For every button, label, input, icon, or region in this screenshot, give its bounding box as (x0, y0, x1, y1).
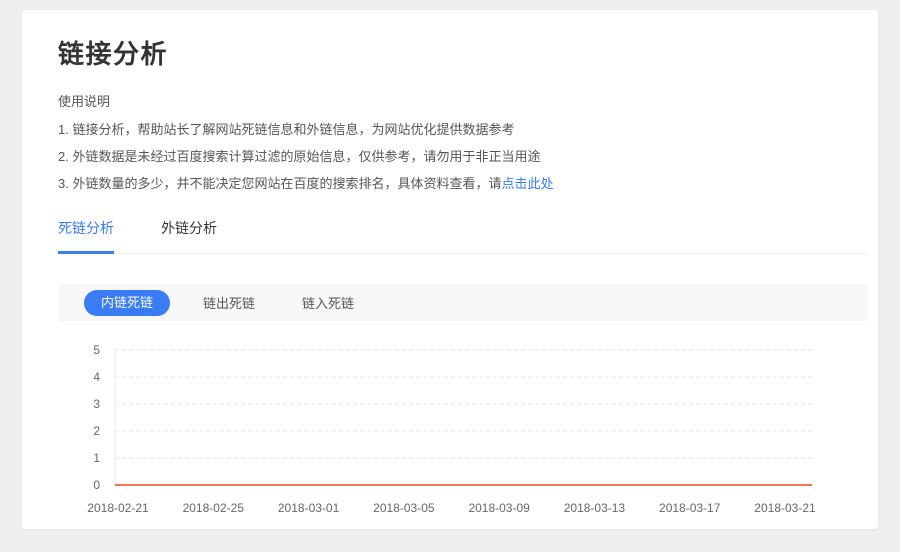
x-axis-tick: 2018-03-21 (754, 501, 816, 515)
subtab-internal-dead-link[interactable]: 内链死链 (84, 290, 170, 316)
link-analysis-card: 链接分析 使用说明 1. 链接分析，帮助站长了解网站死链信息和外链信息，为网站优… (22, 10, 878, 529)
card-content: 链接分析 使用说明 1. 链接分析，帮助站长了解网站死链信息和外链信息，为网站优… (22, 10, 878, 321)
usage-heading: 使用说明 (58, 91, 868, 110)
y-axis-tick: 0 (93, 478, 100, 492)
tab-dead-link-analysis[interactable]: 死链分析 (58, 218, 114, 254)
subtab-outbound-dead-link[interactable]: 链出死链 (203, 293, 255, 312)
page-title: 链接分析 (58, 34, 868, 71)
dead-link-type-bar: 内链死链 链出死链 链入死链 (58, 284, 868, 321)
dead-link-chart: 5 4 3 2 1 0 2018-02-21 2018-02-25 2018-03-01 2018… (22, 340, 878, 529)
details-link[interactable]: 点击此处 (501, 176, 553, 191)
x-axis-tick: 2018-03-09 (468, 501, 530, 515)
y-axis-tick: 3 (93, 397, 100, 411)
x-axis-tick: 2018-03-17 (659, 501, 721, 515)
instruction-line-1: 1. 链接分析，帮助站长了解网站死链信息和外链信息，为网站优化提供数据参考 (58, 116, 868, 143)
instruction-line-2: 2. 外链数据是未经过百度搜索计算过滤的原始信息，仅供参考，请勿用于非正当用途 (58, 143, 868, 170)
x-axis-tick: 2018-02-21 (87, 501, 149, 515)
instruction-line-3: 3. 外链数量的多少，并不能决定您网站在百度的搜索排名，具体资料查看，请点击此处 (58, 170, 868, 197)
instruction-line-3-text: 3. 外链数量的多少，并不能决定您网站在百度的搜索排名，具体资料查看，请 (58, 176, 501, 191)
y-axis-tick: 5 (93, 343, 100, 357)
y-axis-tick: 2 (93, 424, 100, 438)
tab-external-link-analysis[interactable]: 外链分析 (161, 218, 217, 254)
x-axis-tick: 2018-03-01 (278, 501, 340, 515)
subtab-inbound-dead-link[interactable]: 链入死链 (302, 293, 354, 312)
main-tabs: 死链分析 外链分析 (58, 218, 868, 254)
x-axis-tick: 2018-03-13 (564, 501, 626, 515)
x-axis-tick: 2018-02-25 (183, 501, 245, 515)
y-axis-tick: 1 (93, 451, 100, 465)
y-axis-tick: 4 (93, 370, 100, 384)
x-axis-tick: 2018-03-05 (373, 501, 435, 515)
